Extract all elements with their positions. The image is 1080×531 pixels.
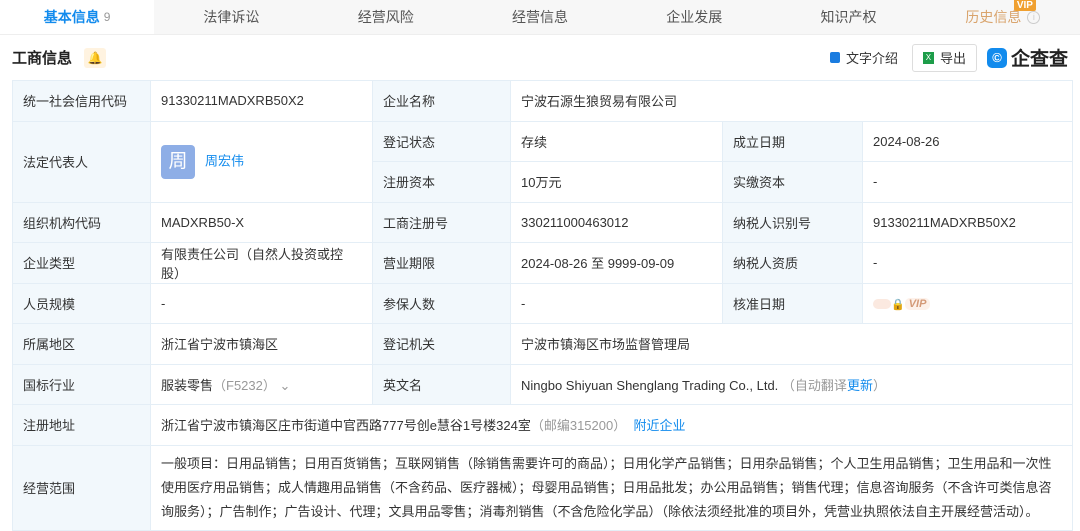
label: 组织机构代码	[12, 201, 151, 243]
legal-rep-cell: 周周宏伟	[150, 120, 373, 203]
translate-note-end: ）	[872, 377, 886, 393]
company-type-value: 有限责任公司（自然人投资或控股）	[150, 242, 373, 284]
table-row: 统一社会信用代码 91330211MADXRB50X2 企业名称 宁波石源生狼贸…	[12, 80, 1074, 122]
tab-legal[interactable]: 法律诉讼	[154, 0, 308, 34]
found-date-value: 2024-08-26	[861, 120, 1074, 162]
chevron-down-icon[interactable]: ⌄	[280, 378, 291, 393]
table-row: 经营范围 一般项目：日用品销售；日用百货销售；互联网销售（除销售需要许可的商品）…	[12, 444, 1074, 531]
vip-badge: VIP	[1013, 0, 1036, 11]
table-row: 企业类型 有限责任公司（自然人投资或控股） 营业期限 2024-08-26 至 …	[12, 242, 1074, 284]
approve-date-locked[interactable]: 🔒 VIP	[861, 282, 1074, 324]
excel-icon: X	[922, 51, 934, 64]
label: 纳税人资质	[722, 242, 863, 284]
tab-count: 9	[103, 10, 111, 24]
label: 人员规模	[12, 282, 151, 324]
label: 登记机关	[372, 323, 511, 365]
label: 营业期限	[372, 242, 511, 284]
text-intro-button[interactable]: 文字介绍	[829, 48, 898, 67]
logo-text: 企查查	[1010, 49, 1068, 70]
label: 法定代表人	[12, 120, 151, 203]
reg-capital-value: 10万元	[510, 161, 723, 203]
table-row: 法定代表人 周周宏伟 登记状态 存续 成立日期 2024-08-26	[12, 120, 1074, 203]
org-code-value: MADXRB50-X	[150, 201, 373, 243]
export-label: 导出	[939, 51, 966, 66]
industry-value: 服装零售	[161, 377, 214, 393]
address-cell: 浙江省宁波市镇海区庄市街道中官西路777号创e慧谷1号楼324室（邮编31520…	[149, 404, 1074, 446]
business-scope-value: 一般项目：日用品销售；日用百货销售；互联网销售（除销售需要许可的商品）；日用化学…	[149, 444, 1074, 531]
biz-reg-no-value: 330211000463012	[510, 201, 723, 243]
tab-development[interactable]: 企业发展	[617, 0, 771, 34]
qcc-logo: © 企查查	[986, 44, 1068, 71]
staff-size-value: -	[150, 282, 373, 324]
tab-ip[interactable]: 知识产权	[771, 0, 925, 34]
label: 统一社会信用代码	[12, 80, 151, 122]
label: 国标行业	[12, 363, 151, 405]
info-icon[interactable]: i	[1027, 10, 1041, 24]
tab-operation[interactable]: 经营信息	[463, 0, 617, 34]
document-icon	[829, 52, 840, 63]
label: 工商注册号	[372, 201, 511, 243]
english-name-value: Ningbo Shiyuan Shenglang Trading Co., Lt…	[521, 377, 779, 393]
table-row: 人员规模 - 参保人数 - 核准日期 🔒 VIP	[12, 282, 1074, 324]
tab-history[interactable]: 历史信息 i VIP	[926, 0, 1080, 34]
label: 企业类型	[12, 242, 151, 284]
table-row: 所属地区 浙江省宁波市镇海区 登记机关 宁波市镇海区市场监督管理局	[12, 323, 1074, 365]
label: 参保人数	[372, 282, 511, 324]
label: 注册地址	[12, 404, 151, 446]
vip-tag: VIP	[904, 298, 931, 311]
credit-code-value: 91330211MADXRB50X2	[150, 80, 373, 122]
address-value: 浙江省宁波市镇海区庄市街道中官西路777号创e慧谷1号楼324室	[161, 418, 531, 434]
taxpayer-qual-value: -	[861, 242, 1074, 284]
reg-status-value: 存续	[510, 120, 723, 162]
table-row: 注册地址 浙江省宁波市镇海区庄市街道中官西路777号创e慧谷1号楼324室（邮编…	[12, 404, 1074, 446]
label: 纳税人识别号	[722, 201, 863, 243]
label: 成立日期	[722, 120, 863, 162]
bell-icon[interactable]: 🔔	[84, 47, 107, 68]
taxpayer-id-value: 91330211MADXRB50X2	[861, 201, 1074, 243]
logo-icon: ©	[986, 47, 1007, 68]
tab-basic-info[interactable]: 基本信息 9	[0, 0, 155, 34]
label: 企业名称	[372, 80, 511, 122]
paid-capital-value: -	[861, 161, 1074, 203]
table-row: 组织机构代码 MADXRB50-X 工商注册号 330211000463012 …	[12, 201, 1074, 243]
postcode: （邮编315200）	[530, 418, 627, 434]
reg-authority-value: 宁波市镇海区市场监督管理局	[509, 323, 1074, 365]
english-name-cell: Ningbo Shiyuan Shenglang Trading Co., Lt…	[509, 363, 1074, 405]
label: 英文名	[372, 363, 511, 405]
label: 所属地区	[12, 323, 151, 365]
section-header: 工商信息 🔔 文字介绍 X 导出 © 企查查	[0, 35, 1080, 80]
company-name-value: 宁波石源生狼贸易有限公司	[509, 80, 1074, 122]
tab-label: 历史信息	[965, 9, 1022, 25]
label: 经营范围	[12, 444, 151, 531]
export-button[interactable]: X 导出	[911, 43, 977, 72]
business-info-table: 统一社会信用代码 91330211MADXRB50X2 企业名称 宁波石源生狼贸…	[12, 80, 1074, 531]
label: 核准日期	[722, 282, 863, 324]
table-row: 国标行业 服装零售（F5232） ⌄ 英文名 Ningbo Shiyuan Sh…	[12, 363, 1074, 405]
tab-label: 基本信息	[43, 9, 100, 25]
biz-term-value: 2024-08-26 至 9999-09-09	[510, 242, 723, 284]
update-link[interactable]: 更新	[847, 378, 873, 393]
tab-bar: 基本信息 9 法律诉讼 经营风险 经营信息 企业发展 知识产权 历史信息 i VIP	[0, 0, 1080, 35]
legal-rep-link[interactable]: 周宏伟	[205, 153, 244, 168]
translate-note: （自动翻译	[781, 377, 847, 393]
section-title: 工商信息	[12, 50, 73, 67]
label: 注册资本	[372, 161, 511, 203]
tab-risk[interactable]: 经营风险	[309, 0, 463, 34]
label: 实缴资本	[722, 161, 863, 203]
industry-code: （F5232）	[213, 377, 276, 393]
blurred-value	[873, 299, 891, 310]
label: 登记状态	[372, 120, 511, 162]
text-intro-label: 文字介绍	[845, 51, 898, 66]
lock-icon: 🔒	[891, 298, 905, 311]
region-value: 浙江省宁波市镇海区	[150, 323, 373, 365]
insured-value: -	[510, 282, 723, 324]
nearby-companies-link[interactable]: 附近企业	[633, 418, 685, 433]
industry-cell[interactable]: 服装零售（F5232） ⌄	[150, 363, 373, 405]
avatar: 周	[161, 144, 195, 179]
